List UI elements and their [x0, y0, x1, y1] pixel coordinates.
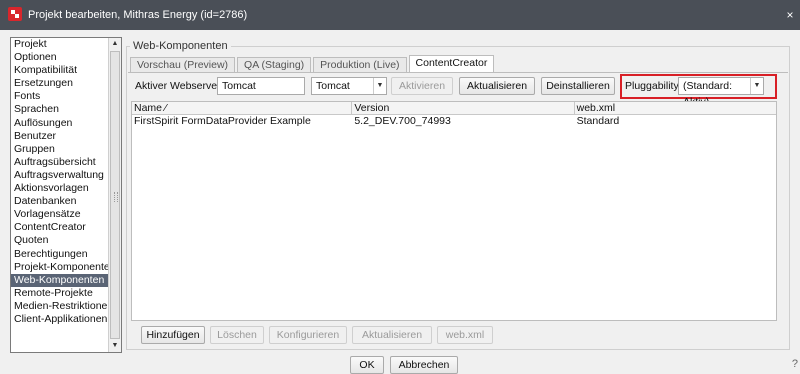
close-icon[interactable]: × — [780, 8, 800, 22]
column-header-version[interactable]: Version — [352, 102, 575, 114]
sidebar-item-benutzer[interactable]: Benutzer — [11, 130, 109, 143]
scroll-up-icon[interactable]: ▲ — [109, 38, 121, 50]
uninstall-button[interactable]: Deinstallieren — [541, 77, 615, 95]
webxml-button[interactable]: web.xml — [437, 326, 493, 344]
chevron-down-icon: ▼ — [750, 78, 763, 94]
group-legend: Web-Komponenten — [130, 40, 231, 52]
sidebar-item-sprachen[interactable]: Sprachen — [11, 103, 109, 116]
tab-live[interactable]: Produktion (Live) — [313, 57, 407, 73]
firstspirit-app-icon — [8, 6, 22, 24]
chevron-down-icon: ▼ — [373, 78, 386, 94]
sidebar-item-web-komponenten[interactable]: Web-Komponenten — [11, 273, 109, 287]
sidebar-item-quoten[interactable]: Quoten — [11, 234, 109, 247]
webserver-field: Tomcat — [217, 77, 305, 95]
sidebar-item-fonts[interactable]: Fonts — [11, 90, 109, 103]
configure-button[interactable]: Konfigurieren — [269, 326, 347, 344]
webserver-label: Aktiver Webserver: — [135, 80, 224, 92]
sidebar-item-auftragsuebersicht[interactable]: Auftragsübersicht — [11, 156, 109, 169]
sidebar-item-gruppen[interactable]: Gruppen — [11, 143, 109, 156]
sidebar-item-projekt[interactable]: Projekt — [11, 38, 109, 51]
add-button[interactable]: Hinzufügen — [141, 326, 205, 344]
pluggability-select[interactable]: (Standard: Aktiv) ▼ — [678, 77, 764, 108]
cell-name: FirstSpirit FormDataProvider Example — [134, 115, 311, 127]
ok-button[interactable]: OK — [350, 356, 384, 374]
grip-icon — [114, 192, 118, 202]
help-icon[interactable]: ? — [792, 358, 798, 370]
sidebar-item-contentcreator[interactable]: ContentCreator — [11, 221, 109, 234]
cell-webxml: Standard — [576, 115, 620, 127]
activate-button[interactable]: Aktivieren — [391, 77, 453, 95]
sidebar-item-remote-projekte[interactable]: Remote-Projekte — [11, 287, 109, 300]
sidebar-item-aktionsvorlagen[interactable]: Aktionsvorlagen — [11, 182, 109, 195]
scroll-down-icon[interactable]: ▼ — [109, 340, 121, 352]
sidebar-scrollbar[interactable]: ▲ ▼ — [108, 38, 121, 352]
cancel-button[interactable]: Abbrechen — [390, 356, 458, 374]
table-row[interactable]: FirstSpirit FormDataProvider Example 5.2… — [132, 115, 776, 128]
sidebar-item-vorlagensaetze[interactable]: Vorlagensätze — [11, 208, 109, 221]
sidebar-item-aufloesungen[interactable]: Auflösungen — [11, 117, 109, 130]
sidebar-item-berechtigungen[interactable]: Berechtigungen — [11, 248, 109, 261]
title-bar: Projekt bearbeiten, Mithras Energy (id=2… — [0, 0, 800, 30]
tab-contentcreator[interactable]: ContentCreator — [408, 55, 495, 73]
column-header-webxml[interactable]: web.xml — [575, 102, 776, 114]
sidebar: Projekt Optionen Kompatibilität Ersetzun… — [10, 37, 122, 353]
window-title: Projekt bearbeiten, Mithras Energy (id=2… — [28, 9, 248, 21]
tab-preview[interactable]: Vorschau (Preview) — [130, 57, 236, 73]
pluggability-label: Pluggability: — [625, 80, 682, 92]
sidebar-item-kompatibilitaet[interactable]: Kompatibilität — [11, 64, 109, 77]
sidebar-item-medien-restriktionen[interactable]: Medien-Restriktionen — [11, 300, 109, 313]
tab-bar: Vorschau (Preview) QA (Staging) Produkti… — [130, 55, 496, 73]
table-header: Name ⁄ Version web.xml — [132, 102, 776, 115]
delete-button[interactable]: Löschen — [210, 326, 264, 344]
update-component-button[interactable]: Aktualisieren — [352, 326, 432, 344]
components-table: Name ⁄ Version web.xml FirstSpirit FormD… — [131, 101, 777, 321]
webserver-select[interactable]: Tomcat ▼ — [311, 77, 387, 95]
sidebar-item-client-applikationen[interactable]: Client-Applikationen — [11, 313, 109, 326]
sidebar-item-optionen[interactable]: Optionen — [11, 51, 109, 64]
sidebar-item-projekt-komponenten[interactable]: Projekt-Komponenten — [11, 261, 109, 274]
webserver-select-value: Tomcat — [316, 80, 350, 92]
scrollbar-thumb[interactable] — [110, 51, 120, 339]
sidebar-item-datenbanken[interactable]: Datenbanken — [11, 195, 109, 208]
cell-version: 5.2_DEV.700_74993 — [354, 115, 451, 127]
update-button[interactable]: Aktualisieren — [459, 77, 535, 95]
sidebar-item-auftragsverwaltung[interactable]: Auftragsverwaltung — [11, 169, 109, 182]
sidebar-item-ersetzungen[interactable]: Ersetzungen — [11, 77, 109, 90]
column-header-name[interactable]: Name ⁄ — [132, 102, 353, 114]
tab-staging[interactable]: QA (Staging) — [237, 57, 312, 73]
sidebar-list: Projekt Optionen Kompatibilität Ersetzun… — [11, 38, 109, 352]
